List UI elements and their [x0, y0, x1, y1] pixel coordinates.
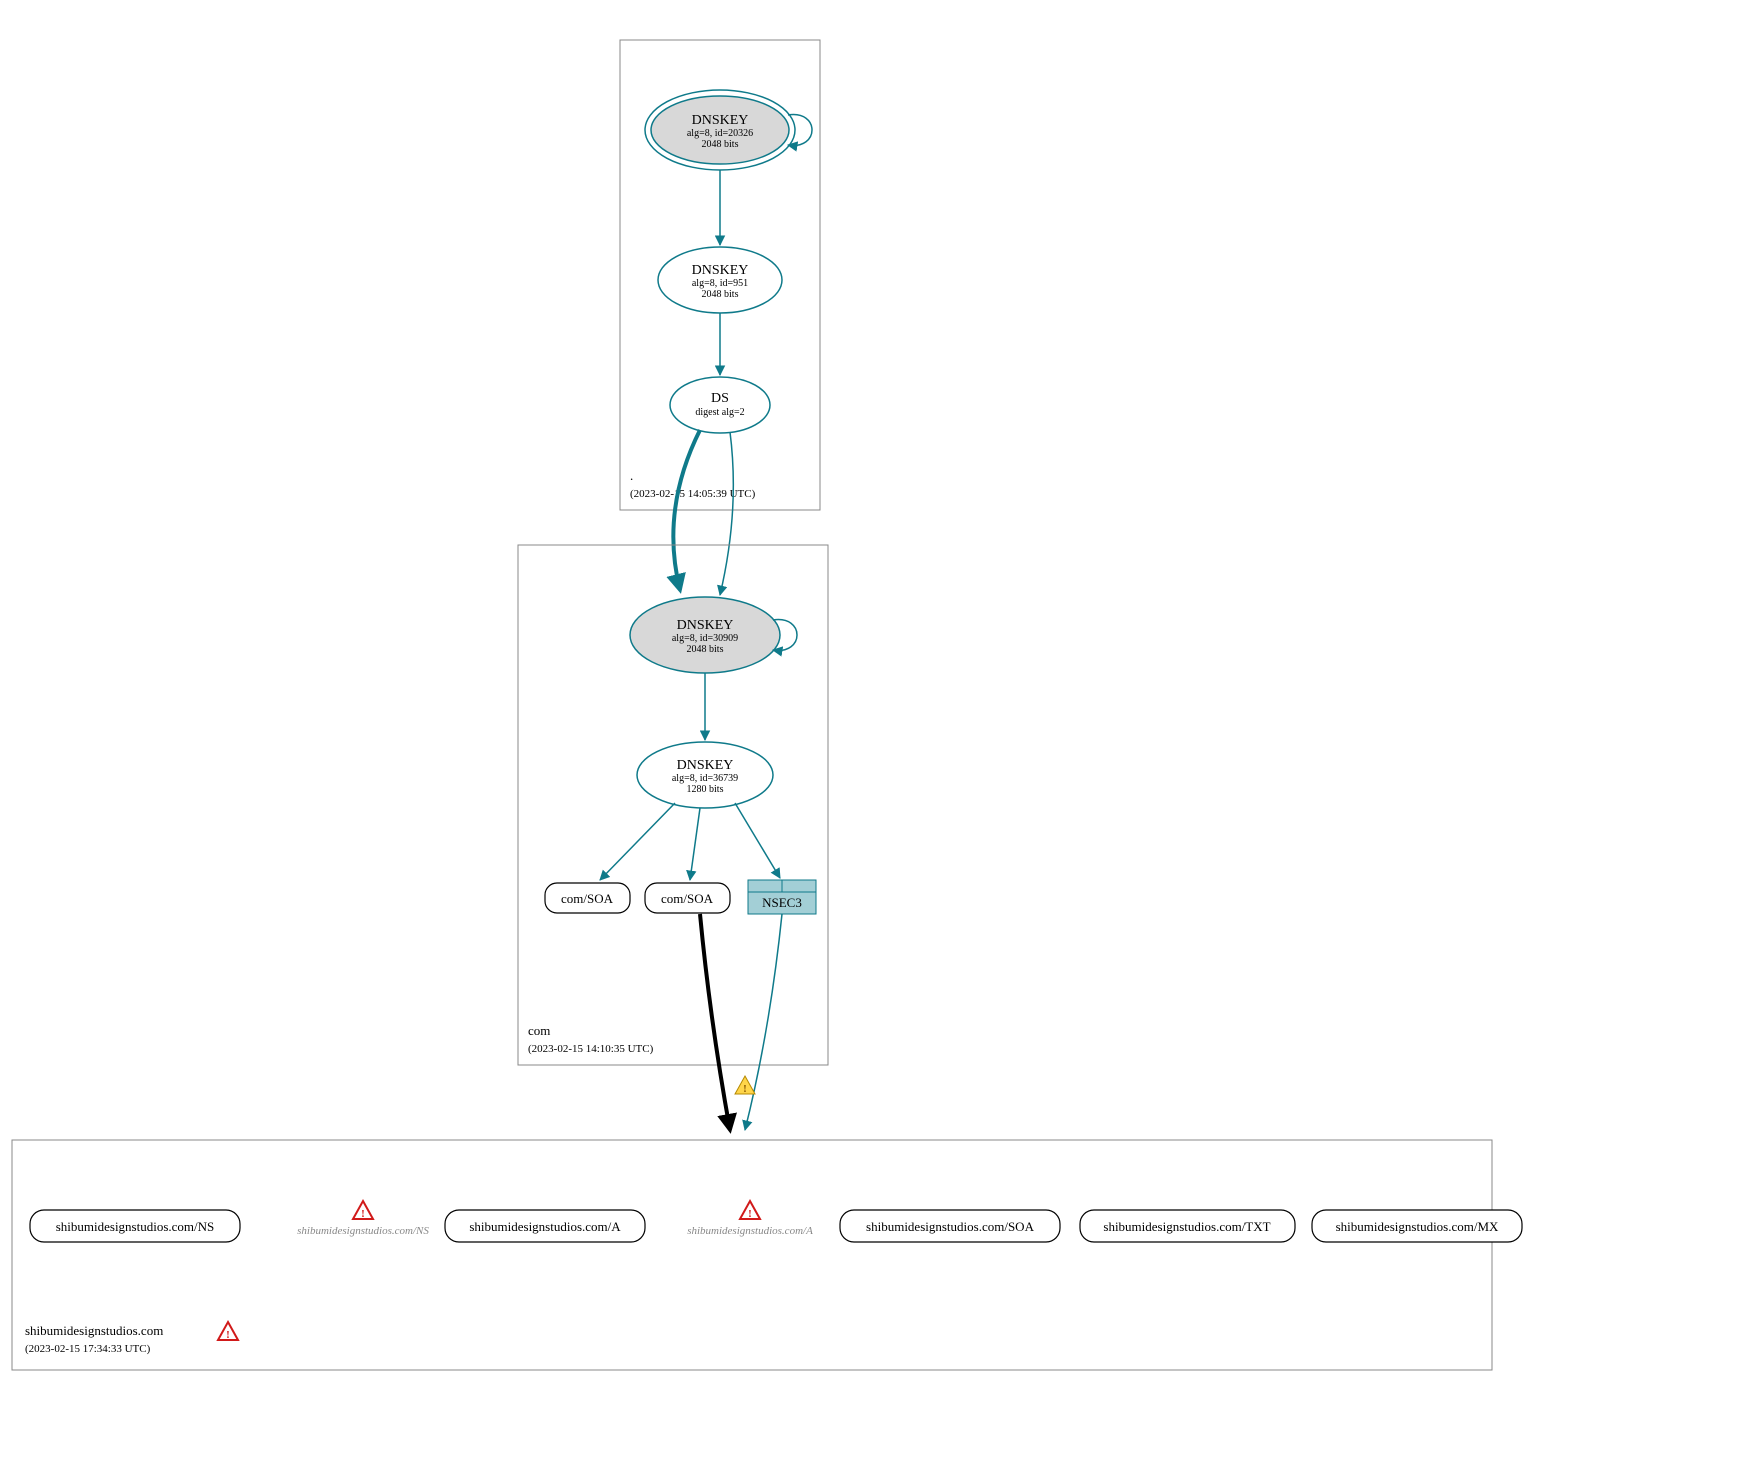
domain-zone-ts: (2023-02-15 17:34:33 UTC) [25, 1343, 151, 1355]
zone-domain: shibumidesignstudios.com/NS ! shibumides… [12, 1140, 1522, 1370]
root-ksk-title: DNSKEY [692, 113, 749, 128]
zone-root: DNSKEY alg=8, id=20326 2048 bits DNSKEY … [620, 40, 820, 510]
svg-text:!: ! [361, 1208, 365, 1220]
rr-txt-label: shibumidesignstudios.com/TXT [1103, 1219, 1270, 1234]
svg-text:!: ! [748, 1208, 752, 1220]
rr-mx-label: shibumidesignstudios.com/MX [1336, 1219, 1499, 1234]
root-zone-label: . [630, 468, 633, 483]
rr-a-ghost: ! shibumidesignstudios.com/A [687, 1201, 813, 1237]
rr-soa-node: shibumidesignstudios.com/SOA [840, 1210, 1060, 1242]
edge-com-zsk-nsec3 [735, 803, 780, 878]
zone-com: DNSKEY alg=8, id=30909 2048 bits DNSKEY … [518, 545, 828, 1065]
com-soa2-node: com/SOA [645, 883, 730, 913]
edge-com-domain-black [700, 914, 730, 1130]
root-ds-alg: digest alg=2 [695, 407, 744, 418]
com-ksk-node: DNSKEY alg=8, id=30909 2048 bits [630, 597, 780, 673]
rr-a-ghost-label: shibumidesignstudios.com/A [687, 1225, 813, 1237]
com-soa1-label: com/SOA [561, 891, 614, 906]
com-nsec3-node: NSEC3 [748, 880, 816, 914]
edge-com-zsk-soa1 [600, 803, 675, 880]
root-zsk-alg: alg=8, id=951 [692, 278, 748, 289]
rr-ns-node: shibumidesignstudios.com/NS [30, 1210, 240, 1242]
svg-text:!: ! [743, 1083, 747, 1095]
com-zone-label: com [528, 1023, 550, 1038]
com-nsec3-label: NSEC3 [762, 895, 802, 910]
com-zone-ts: (2023-02-15 14:10:35 UTC) [528, 1043, 654, 1055]
com-soa2-label: com/SOA [661, 891, 714, 906]
edge-com-nsec3-domain [745, 914, 782, 1130]
com-ksk-title: DNSKEY [677, 618, 734, 633]
com-zsk-title: DNSKEY [677, 758, 734, 773]
com-zsk-bits: 1280 bits [687, 784, 724, 795]
rr-a-label: shibumidesignstudios.com/A [469, 1219, 621, 1234]
root-ksk-node: DNSKEY alg=8, id=20326 2048 bits [645, 90, 795, 170]
svg-text:!: ! [226, 1329, 230, 1341]
domain-zone-label: shibumidesignstudios.com [25, 1323, 163, 1338]
root-ds-title: DS [711, 391, 729, 406]
com-zsk-alg: alg=8, id=36739 [672, 773, 738, 784]
error-icon: ! [353, 1201, 373, 1220]
rr-ns-ghost-label: shibumidesignstudios.com/NS [297, 1225, 429, 1237]
com-zsk-node: DNSKEY alg=8, id=36739 1280 bits [637, 742, 773, 808]
com-soa1-node: com/SOA [545, 883, 630, 913]
root-zsk-node: DNSKEY alg=8, id=951 2048 bits [658, 247, 782, 313]
com-ksk-alg: alg=8, id=30909 [672, 633, 738, 644]
root-zone-ts: (2023-02-15 14:05:39 UTC) [630, 488, 756, 500]
rr-ns-ghost: ! shibumidesignstudios.com/NS [297, 1201, 429, 1237]
rr-a-node: shibumidesignstudios.com/A [445, 1210, 645, 1242]
root-zsk-bits: 2048 bits [702, 289, 739, 300]
root-ds-node: DS digest alg=2 [670, 377, 770, 433]
error-icon: ! [218, 1322, 238, 1341]
error-icon: ! [740, 1201, 760, 1220]
edge-root-ds-com-ksk-2 [720, 432, 733, 595]
root-ksk-bits: 2048 bits [702, 139, 739, 150]
warning-icon: ! [735, 1076, 755, 1095]
com-ksk-bits: 2048 bits [687, 644, 724, 655]
rr-txt-node: shibumidesignstudios.com/TXT [1080, 1210, 1295, 1242]
edge-com-zsk-soa2 [690, 808, 700, 880]
root-zsk-title: DNSKEY [692, 263, 749, 278]
rr-soa-label: shibumidesignstudios.com/SOA [866, 1219, 1035, 1234]
rr-mx-node: shibumidesignstudios.com/MX [1312, 1210, 1522, 1242]
rr-ns-label: shibumidesignstudios.com/NS [56, 1219, 215, 1234]
root-ksk-alg: alg=8, id=20326 [687, 128, 753, 139]
